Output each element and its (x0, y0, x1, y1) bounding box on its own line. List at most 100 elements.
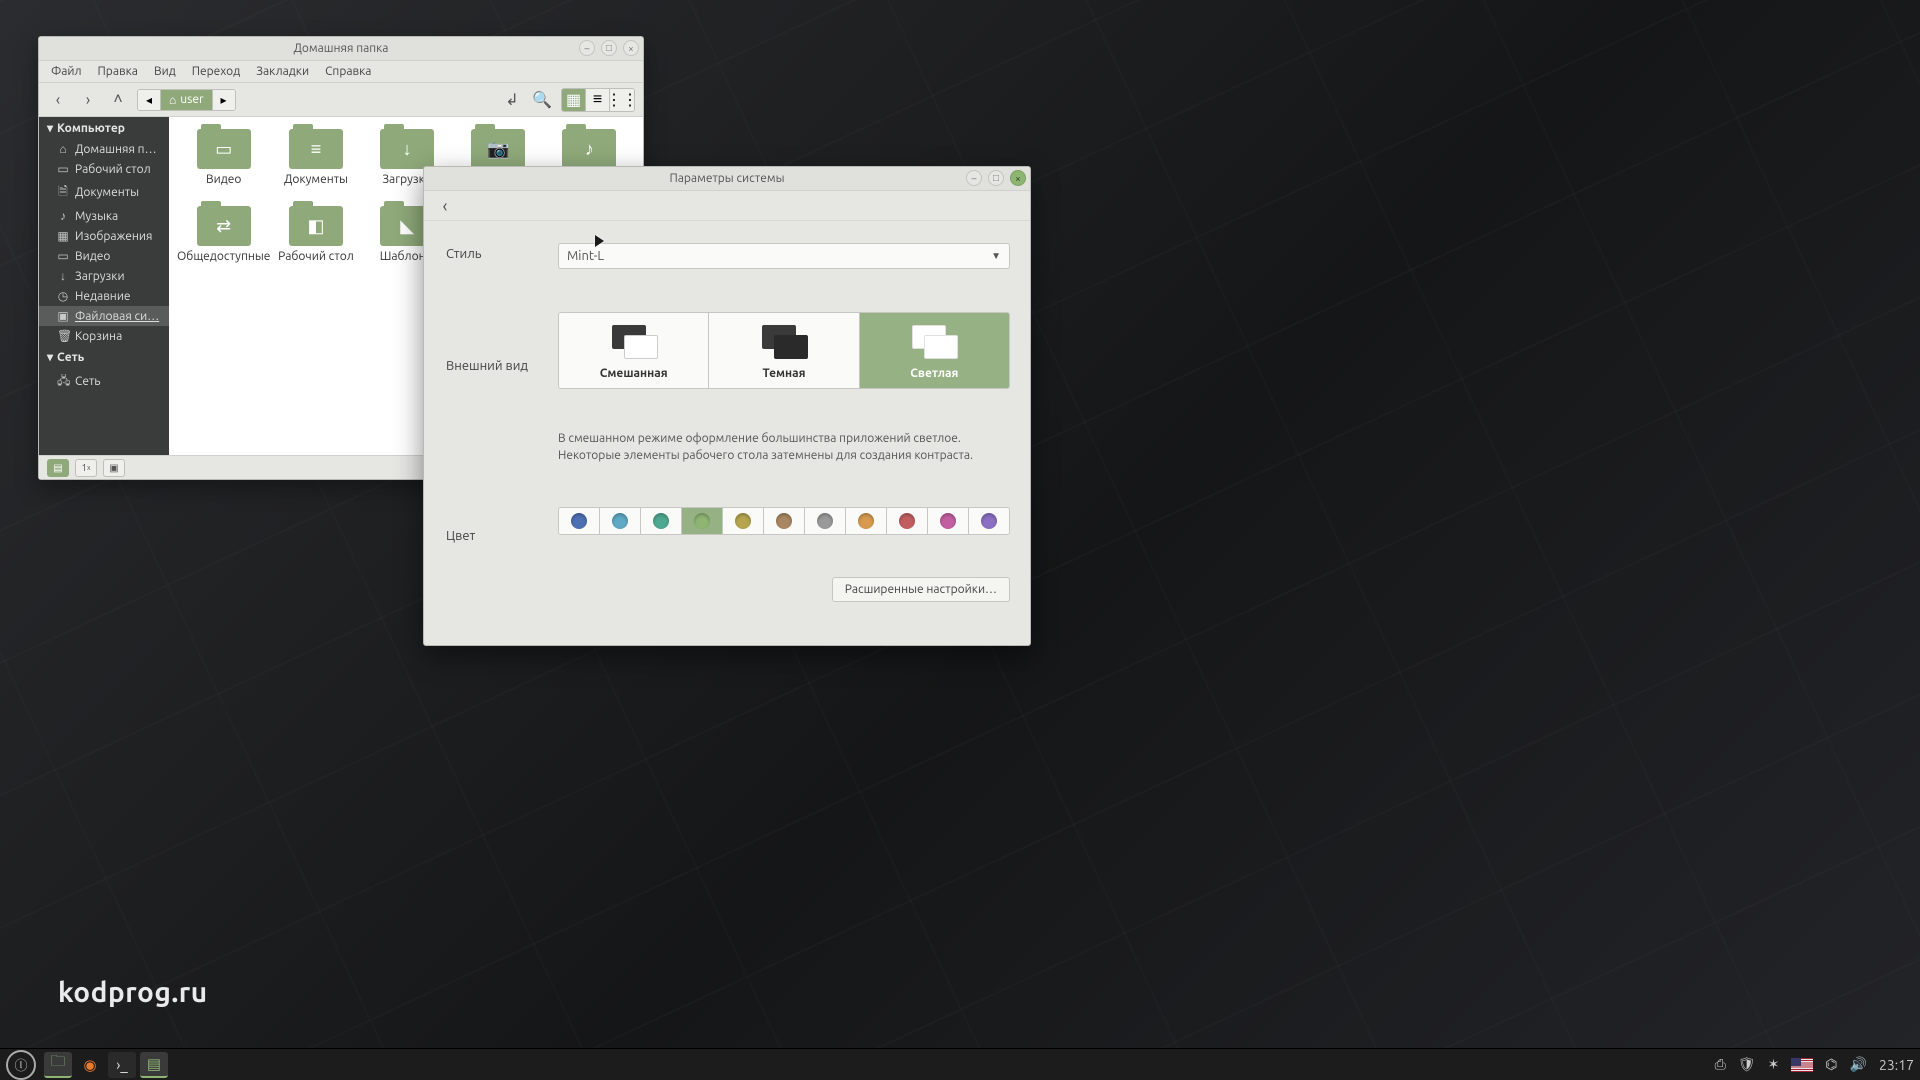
taskbar-firefox-button[interactable]: ◉ (76, 1052, 104, 1078)
color-option[interactable] (723, 508, 764, 534)
taskbar-files-button[interactable]: 🗀 (44, 1052, 72, 1078)
fm-close-button[interactable]: × (623, 40, 639, 56)
folder-item[interactable]: ◧Рабочий стол (270, 206, 361, 263)
sidebar-group-computer[interactable]: ▾ Компьютер (39, 117, 169, 139)
sidebar-item-downloads[interactable]: ↓Загрузки (39, 266, 169, 286)
tray-shield-icon[interactable]: 🛡 (1738, 1056, 1756, 1073)
color-row (558, 507, 1010, 535)
toggle-path-button[interactable]: ↲ (501, 89, 523, 111)
fm-menu-file[interactable]: Файл (45, 63, 88, 80)
view-compact-button[interactable]: ⋮⋮ (610, 89, 634, 111)
sidebar-item-desktop[interactable]: ▭Рабочий стол (39, 159, 169, 179)
color-option[interactable] (969, 508, 1009, 534)
color-swatch (571, 513, 587, 529)
appearance-description: В смешанном режиме оформление большинств… (558, 431, 1010, 463)
fm-menu-go[interactable]: Переход (186, 63, 247, 80)
sidebar-item-home[interactable]: ⌂Домашняя п… (39, 139, 169, 159)
status-tree-button[interactable]: ▣ (103, 459, 125, 477)
tray-network-icon[interactable]: ⌬ (1825, 1056, 1837, 1073)
taskbar-settings-button[interactable]: ▤ (140, 1052, 168, 1078)
fm-minimize-button[interactable]: – (579, 40, 595, 56)
fm-menu-edit[interactable]: Правка (92, 63, 144, 80)
terminal-icon: ›_ (116, 1056, 128, 1073)
style-combobox[interactable]: Mint-L ▼ (558, 243, 1010, 269)
sidebar-group-label: Сеть (57, 351, 84, 364)
breadcrumb-home[interactable]: ⌂ user (161, 90, 212, 110)
tray-volume-icon[interactable]: 🔊 (1850, 1056, 1867, 1073)
folder-label: Видео (206, 173, 241, 186)
color-swatch (735, 513, 751, 529)
ss-minimize-button[interactable]: – (966, 170, 982, 186)
folder-label: Документы (284, 173, 348, 186)
color-option[interactable] (846, 508, 887, 534)
ss-body: Стиль Mint-L ▼ Внешний вид Смешанная Тем… (424, 221, 1030, 645)
sidebar-item-network[interactable]: 🖧Сеть (39, 368, 169, 395)
tray-keyboard-layout[interactable] (1791, 1058, 1813, 1072)
taskbar-terminal-button[interactable]: ›_ (108, 1052, 136, 1078)
sidebar-item-videos[interactable]: ▭Видео (39, 246, 169, 266)
color-swatch (817, 513, 833, 529)
ss-nav: ‹ (424, 191, 1030, 221)
sidebar-item-filesystem[interactable]: ▣Файловая си… (39, 306, 169, 326)
folder-item[interactable]: ⇄Общедоступные (177, 206, 270, 263)
nav-back-button[interactable]: ‹ (47, 89, 69, 111)
color-option[interactable] (887, 508, 928, 534)
advanced-settings-button[interactable]: Расширенные настройки… (832, 577, 1010, 602)
appearance-option-dark[interactable]: Темная (709, 313, 859, 388)
label-appearance: Внешний вид (446, 355, 546, 373)
fm-titlebar[interactable]: Домашняя папка – □ × (39, 37, 643, 61)
documents-icon: 🗎 (57, 182, 69, 203)
fm-menu-bookmarks[interactable]: Закладки (250, 63, 315, 80)
ss-back-button[interactable]: ‹ (434, 195, 456, 217)
color-swatch (899, 513, 915, 529)
tray-bluetooth-icon[interactable]: ✶ (1768, 1056, 1780, 1073)
appearance-option-light[interactable]: Светлая (860, 313, 1009, 388)
nav-forward-button[interactable]: › (77, 89, 99, 111)
folder-icon: ≡ (289, 129, 343, 169)
color-option[interactable] (764, 508, 805, 534)
folder-item[interactable]: ▭ Видео (177, 129, 270, 186)
chevron-down-icon: ▾ (47, 121, 53, 135)
ss-maximize-button[interactable]: □ (988, 170, 1004, 186)
color-option[interactable] (559, 508, 600, 534)
breadcrumb-next[interactable]: ▸ (213, 90, 235, 110)
tray-clock[interactable]: 23:17 (1879, 1057, 1914, 1073)
tray-updates-icon[interactable]: ⎙ (1715, 1056, 1726, 1073)
fm-menu-help[interactable]: Справка (319, 63, 377, 80)
sidebar-item-pictures[interactable]: ▦Изображения (39, 226, 169, 246)
appearance-label-light: Светлая (910, 367, 958, 380)
color-swatch (940, 513, 956, 529)
ss-close-button[interactable]: × (1010, 170, 1026, 186)
sidebar-item-music[interactable]: ♪Музыка (39, 206, 169, 226)
nav-up-button[interactable]: ˄ (107, 89, 129, 111)
home-icon: ⌂ (57, 142, 69, 156)
folder-label: Общедоступные (177, 250, 270, 263)
appearance-thumb-dark (756, 323, 812, 359)
sidebar-item-documents[interactable]: 🗎Документы (39, 179, 169, 206)
color-option[interactable] (641, 508, 682, 534)
start-menu-button[interactable]: ⓛ (6, 1050, 36, 1080)
fm-maximize-button[interactable]: □ (601, 40, 617, 56)
status-zoom-button[interactable]: 1x (75, 459, 97, 477)
folder-item[interactable]: ≡ Документы (270, 129, 361, 186)
status-show-places-button[interactable]: ▤ (47, 459, 69, 477)
breadcrumb-prev[interactable]: ◂ (138, 90, 161, 110)
folder-icon: ▭ (197, 129, 251, 169)
view-grid-button[interactable]: ▦ (562, 89, 586, 111)
color-option[interactable] (600, 508, 641, 534)
color-option[interactable] (682, 508, 723, 534)
color-swatch (776, 513, 792, 529)
ss-titlebar[interactable]: Параметры системы – □ × (424, 167, 1030, 191)
taskbar: ⓛ 🗀 ◉ ›_ ▤ ⎙ 🛡 ✶ ⌬ 🔊 23:17 (0, 1048, 1920, 1080)
color-option[interactable] (805, 508, 846, 534)
appearance-option-mixed[interactable]: Смешанная (559, 313, 709, 388)
settings-icon: ▤ (147, 1055, 161, 1073)
sidebar-item-trash[interactable]: 🗑Корзина (39, 326, 169, 346)
search-button[interactable]: 🔍 (531, 89, 553, 111)
sidebar-group-network[interactable]: ▾ Сеть (39, 346, 169, 368)
system-tray: ⎙ 🛡 ✶ ⌬ 🔊 23:17 (1715, 1056, 1914, 1073)
fm-menu-view[interactable]: Вид (148, 63, 182, 80)
sidebar-item-recent[interactable]: ◷Недавние (39, 286, 169, 306)
fm-title: Домашняя папка (294, 42, 389, 55)
color-option[interactable] (928, 508, 969, 534)
